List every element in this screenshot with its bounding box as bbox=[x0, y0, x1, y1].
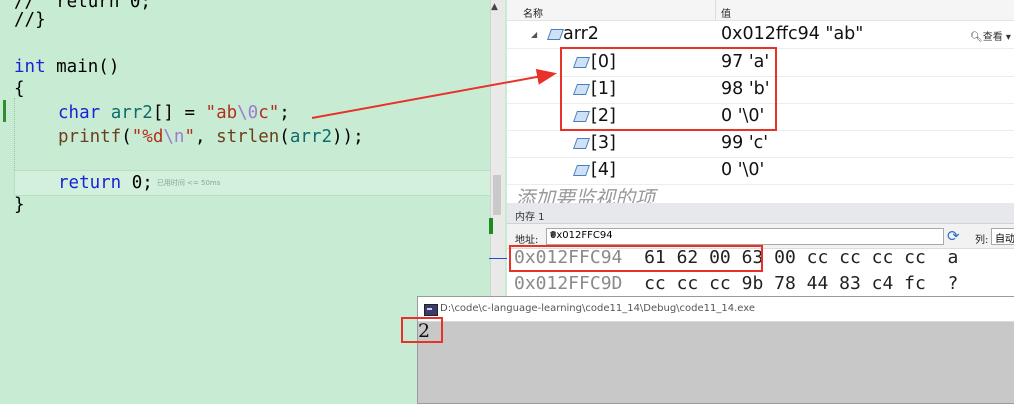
annotation-arrow bbox=[311, 69, 557, 119]
